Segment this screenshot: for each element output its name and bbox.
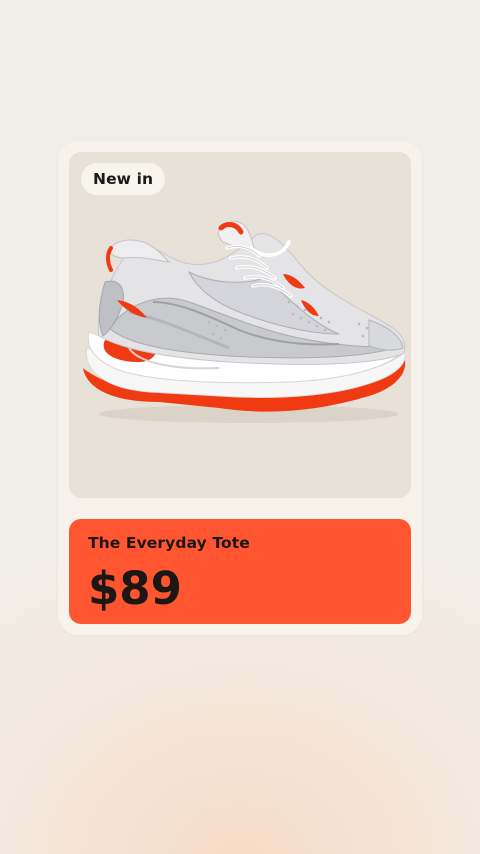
sneaker-image [83, 221, 406, 423]
new-in-badge: New in [81, 163, 166, 195]
product-image-panel[interactable]: New in [69, 152, 411, 498]
product-info-panel[interactable]: The Everyday Tote $89 [69, 519, 411, 624]
product-name: The Everyday Tote [88, 534, 250, 552]
product-price: $89 [88, 562, 182, 615]
product-card[interactable]: New in The Everyday Tote $89 [58, 141, 422, 635]
